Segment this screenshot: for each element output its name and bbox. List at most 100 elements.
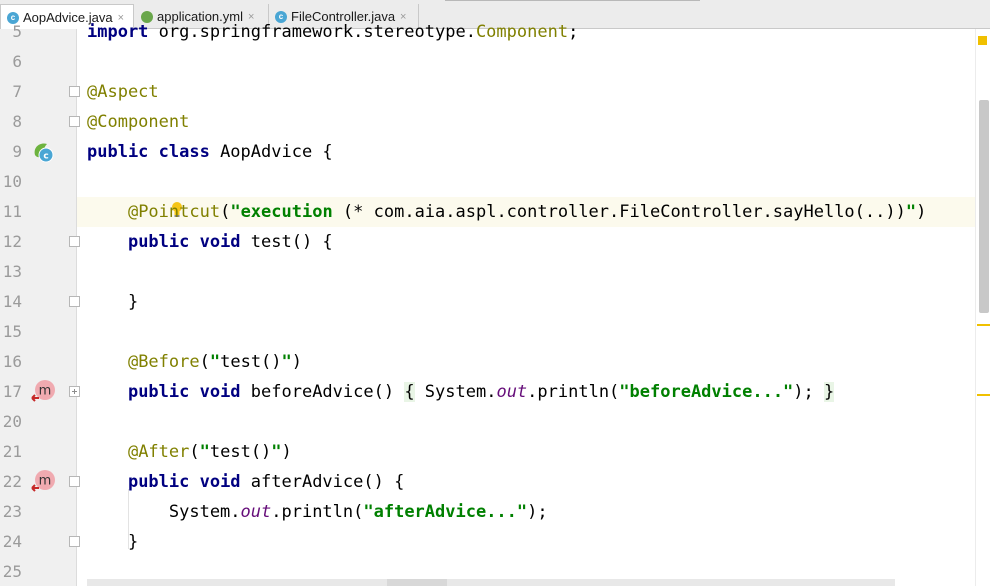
fold-collapse-icon[interactable]	[69, 86, 80, 97]
code-line[interactable]: 15	[0, 317, 990, 347]
code-text[interactable]: public void beforeAdvice() { System.out.…	[87, 377, 835, 407]
vertical-scrollbar-thumb[interactable]	[979, 100, 989, 313]
code-token: public class	[87, 142, 221, 162]
horizontal-scrollbar-thumb[interactable]	[387, 579, 447, 586]
line-number[interactable]: 14	[0, 287, 22, 317]
code-token: AopAdvice {	[220, 142, 333, 162]
line-number[interactable]: 22	[0, 467, 22, 497]
spring-bean-icon[interactable]: c	[32, 141, 54, 163]
scroll-marker[interactable]	[977, 324, 990, 326]
code-token: System.	[87, 502, 241, 522]
code-token: {	[404, 382, 415, 402]
code-text[interactable]: @Aspect	[87, 77, 159, 107]
code-line[interactable]: 7 @Aspect	[0, 77, 990, 107]
code-token: "beforeAdvice..."	[619, 382, 794, 402]
code-text[interactable]: System.out.println("afterAdvice...");	[87, 497, 548, 527]
line-number[interactable]: 12	[0, 227, 22, 257]
line-number[interactable]: 23	[0, 497, 22, 527]
code-token: @Before	[127, 352, 200, 372]
code-line[interactable]: 6	[0, 47, 990, 77]
code-line[interactable]: 10	[0, 167, 990, 197]
code-token: @After	[127, 442, 190, 462]
code-text[interactable]: @Component	[87, 107, 189, 137]
fold-expand-icon[interactable]	[69, 386, 80, 397]
advice-method-icon[interactable]: m	[30, 379, 56, 405]
code-token: "	[271, 442, 282, 462]
svg-text:m: m	[39, 384, 52, 399]
line-number[interactable]: 11	[0, 197, 22, 227]
code-token: out	[240, 502, 272, 522]
code-token: .println(	[527, 382, 620, 402]
code-token: }	[824, 382, 835, 402]
code-line[interactable]: 12 public void test() {	[0, 227, 990, 257]
code-token: public void	[127, 382, 251, 402]
line-number[interactable]: 25	[0, 557, 22, 587]
code-token: "	[209, 352, 221, 372]
code-line[interactable]: 9 c public class AopAdvice {	[0, 137, 990, 167]
fold-collapse-icon[interactable]	[69, 236, 80, 247]
code-token: }	[87, 292, 139, 312]
code-token: )	[281, 442, 292, 462]
fold-collapse-icon[interactable]	[69, 116, 80, 127]
fold-collapse-icon[interactable]	[69, 536, 80, 547]
line-number[interactable]: 13	[0, 257, 22, 287]
line-number[interactable]: 15	[0, 317, 22, 347]
code-text[interactable]: @Pointcut("execution (* com.aia.aspl.con…	[87, 197, 926, 227]
code-text[interactable]: public void afterAdvice() {	[87, 467, 404, 497]
code-line[interactable]: 8 @Component	[0, 107, 990, 137]
line-number[interactable]: 20	[0, 407, 22, 437]
code-line[interactable]: 11 @Pointcut("execution (* com.aia.aspl.…	[3, 197, 975, 227]
line-number[interactable]: 17	[0, 377, 22, 407]
code-line[interactable]: 16 @Before("test()")	[0, 347, 990, 377]
line-number[interactable]: 5	[0, 17, 22, 47]
code-token: System.	[414, 382, 497, 402]
code-token: @Pointcut	[127, 202, 221, 222]
code-text[interactable]: public class AopAdvice {	[87, 137, 333, 167]
advice-method-icon[interactable]: m	[30, 469, 56, 495]
code-token: "execution	[230, 202, 343, 222]
scroll-marker[interactable]	[977, 394, 990, 396]
code-token: (	[189, 442, 200, 462]
code-text[interactable]: }	[87, 287, 138, 317]
code-token: (	[199, 352, 210, 372]
code-text[interactable]: @Before("test()")	[87, 347, 302, 377]
line-number[interactable]: 6	[0, 47, 22, 77]
code-token: )	[291, 352, 303, 372]
line-number[interactable]: 8	[0, 107, 22, 137]
fold-collapse-icon[interactable]	[69, 296, 80, 307]
code-line[interactable]: 17 m public void beforeAdvice() { System.…	[0, 377, 990, 407]
code-text[interactable]: }	[87, 527, 138, 557]
warning-marker-icon[interactable]	[978, 36, 987, 45]
code-text[interactable]: @After("test()")	[87, 437, 292, 467]
code-token: }	[87, 532, 139, 552]
line-number[interactable]: 16	[0, 347, 22, 377]
code-line[interactable]: 20	[0, 407, 990, 437]
fold-collapse-icon[interactable]	[69, 476, 80, 487]
code-token: "	[199, 442, 210, 462]
code-line[interactable]: 21 @After("test()")	[0, 437, 990, 467]
code-token: (	[220, 202, 231, 222]
code-line[interactable]: 5 import org.springframework.stereotype.C…	[0, 17, 990, 47]
code-token: )	[916, 202, 927, 222]
line-number[interactable]: 24	[0, 527, 22, 557]
code-token: @Component	[87, 112, 190, 132]
line-number[interactable]: 9	[0, 137, 22, 167]
code-line[interactable]: 14 }	[0, 287, 990, 317]
code-text[interactable]: public void test() {	[87, 227, 333, 257]
line-number[interactable]: 10	[0, 167, 22, 197]
line-number[interactable]: 21	[0, 437, 22, 467]
code-token: ;	[568, 22, 579, 42]
code-line[interactable]: 22 m public void afterAdvice() {	[0, 467, 990, 497]
code-line[interactable]: 13	[0, 257, 990, 287]
code-text[interactable]: import org.springframework.stereotype.Co…	[87, 17, 578, 47]
code-token: import	[87, 22, 149, 42]
code-line[interactable]: 24 }	[0, 527, 990, 557]
code-token: public void	[127, 472, 251, 492]
line-number[interactable]: 7	[0, 77, 22, 107]
code-line[interactable]: 23 System.out.println("afterAdvice...");	[0, 497, 990, 527]
horizontal-scrollbar[interactable]	[87, 579, 895, 586]
